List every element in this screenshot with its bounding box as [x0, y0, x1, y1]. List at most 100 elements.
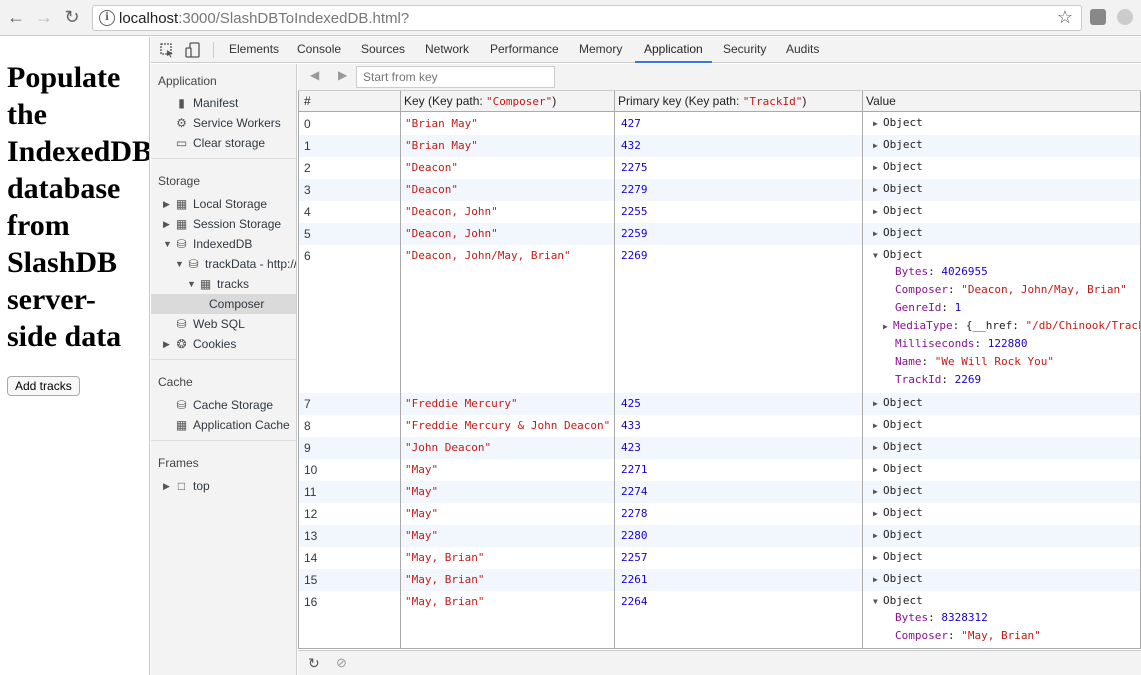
row-value[interactable]: ▶ Object [873, 116, 923, 129]
collapse-object-icon[interactable]: ▼ [873, 251, 883, 260]
url-text[interactable]: localhost:3000/SlashDBToIndexedDB.html? [119, 10, 409, 27]
expand-property-icon[interactable]: ▶ [883, 318, 893, 336]
forward-icon[interactable]: → [34, 7, 54, 27]
tab-memory[interactable]: Memory [579, 37, 622, 63]
object-property[interactable]: ▶ MediaType: {__href: "/db/Chinook/Track [883, 317, 1140, 336]
sidebar-item-composer-index[interactable]: Composer [151, 294, 296, 314]
address-bar[interactable]: i localhost:3000/SlashDBToIndexedDB.html… [92, 5, 1082, 31]
row-value[interactable]: ▶ Object [873, 226, 923, 239]
device-toolbar-icon[interactable] [185, 42, 201, 58]
column-header-primary-key[interactable]: Primary key (Key path: "TrackId") [618, 94, 806, 108]
column-header-index[interactable]: # [304, 94, 311, 108]
table-row[interactable]: 8 "Freddie Mercury & John Deacon" 433 ▶ Obje… [299, 415, 1140, 437]
table-row[interactable]: 16 "May, Brian" 2264 ▼ Object Bytes: 8328312 C… [299, 591, 1140, 648]
table-row[interactable]: 9 "John Deacon" 423 ▶ Object [299, 437, 1140, 459]
expand-object-icon[interactable]: ▶ [873, 119, 883, 128]
sidebar-item-tracks-store[interactable]: ▦ tracks [199, 274, 249, 294]
table-row[interactable]: 14 "May, Brian" 2257 ▶ Object [299, 547, 1140, 569]
tab-audits[interactable]: Audits [786, 37, 819, 63]
collapse-db-icon[interactable]: ▼ [175, 259, 184, 269]
sidebar-item-top-frame[interactable]: □ top [175, 476, 210, 496]
expand-object-icon[interactable]: ▶ [873, 531, 883, 540]
table-row[interactable]: 5 "Deacon, John" 2259 ▶ Object [299, 223, 1140, 245]
table-row[interactable]: 1 "Brian May" 432 ▶ Object [299, 135, 1140, 157]
expand-object-icon[interactable]: ▶ [873, 185, 883, 194]
sidebar-item-web-sql[interactable]: ⛁ Web SQL [175, 314, 244, 334]
expand-object-icon[interactable]: ▶ [873, 553, 883, 562]
row-value[interactable]: ▶ Object [873, 528, 923, 541]
table-row[interactable]: 7 "Freddie Mercury" 425 ▶ Object [299, 393, 1140, 415]
table-row[interactable]: 4 "Deacon, John" 2255 ▶ Object [299, 201, 1140, 223]
row-value[interactable]: ▶ Object [873, 204, 923, 217]
row-value[interactable]: ▶ Object [873, 182, 923, 195]
expand-local-storage-icon[interactable]: ▶ [163, 199, 170, 210]
reload-icon[interactable]: ↻ [62, 7, 82, 27]
expand-object-icon[interactable]: ▶ [873, 575, 883, 584]
row-value[interactable]: ▶ Object [873, 462, 923, 475]
collapse-store-icon[interactable]: ▼ [187, 279, 196, 289]
sidebar-item-local-storage[interactable]: ▦ Local Storage [175, 194, 267, 214]
column-header-key[interactable]: Key (Key path: "Composer") [404, 94, 556, 108]
table-row[interactable]: 11 "May" 2274 ▶ Object [299, 481, 1140, 503]
expand-top-frame-icon[interactable]: ▶ [163, 481, 170, 492]
tab-sources[interactable]: Sources [361, 37, 405, 63]
table-row[interactable]: 3 "Deacon" 2279 ▶ Object [299, 179, 1140, 201]
row-value[interactable]: ▶ Object [873, 506, 923, 519]
row-value[interactable]: ▶ Object [873, 572, 923, 585]
row-value[interactable]: ▶ Object [873, 396, 923, 409]
row-value[interactable]: ▼ Object Bytes: 4026955 Composer: "Deacon, … [873, 248, 1140, 389]
expand-object-icon[interactable]: ▶ [873, 509, 883, 518]
inspect-element-icon[interactable] [159, 42, 175, 58]
table-row[interactable]: 0 "Brian May" 427 ▶ Object [299, 113, 1140, 135]
table-row[interactable]: 2 "Deacon" 2275 ▶ Object [299, 157, 1140, 179]
previous-page-icon[interactable]: ◀ [310, 68, 319, 82]
sidebar-item-cache-storage[interactable]: ⛁ Cache Storage [175, 395, 273, 415]
expand-object-icon[interactable]: ▶ [873, 421, 883, 430]
info-icon[interactable]: i [99, 10, 115, 26]
tab-elements[interactable]: Elements [229, 37, 279, 63]
table-row[interactable]: 15 "May, Brian" 2261 ▶ Object [299, 569, 1140, 591]
sidebar-item-manifest[interactable]: ▮ Manifest [175, 93, 238, 113]
sidebar-item-indexeddb[interactable]: ⛁ IndexedDB [175, 234, 252, 254]
row-value[interactable]: ▶ Object [873, 484, 923, 497]
clear-object-store-icon[interactable]: ⊘ [336, 655, 347, 671]
bookmark-star-icon[interactable]: ☆ [1057, 7, 1073, 28]
row-value[interactable]: ▶ Object [873, 138, 923, 151]
add-tracks-button[interactable]: Add tracks [7, 376, 80, 396]
row-value[interactable]: ▶ Object [873, 160, 923, 173]
row-value[interactable]: ▼ Object Bytes: 8328312 Composer: "May, Bri… [873, 594, 1041, 645]
table-row[interactable]: 10 "May" 2271 ▶ Object [299, 459, 1140, 481]
tab-console[interactable]: Console [297, 37, 341, 63]
refresh-icon[interactable]: ↻ [308, 655, 320, 672]
back-icon[interactable]: ← [6, 7, 26, 27]
collapse-indexeddb-icon[interactable]: ▼ [163, 239, 172, 249]
expand-object-icon[interactable]: ▶ [873, 487, 883, 496]
expand-cookies-icon[interactable]: ▶ [163, 339, 170, 350]
column-header-value[interactable]: Value [866, 94, 896, 108]
sidebar-item-clear-storage[interactable]: ▭ Clear storage [175, 133, 265, 153]
expand-object-icon[interactable]: ▶ [873, 207, 883, 216]
next-page-icon[interactable]: ▶ [338, 68, 347, 82]
table-row[interactable]: 12 "May" 2278 ▶ Object [299, 503, 1140, 525]
expand-object-icon[interactable]: ▶ [873, 229, 883, 238]
row-value[interactable]: ▶ Object [873, 418, 923, 431]
expand-object-icon[interactable]: ▶ [873, 465, 883, 474]
row-value[interactable]: ▶ Object [873, 550, 923, 563]
sidebar-item-session-storage[interactable]: ▦ Session Storage [175, 214, 281, 234]
sidebar-item-cookies[interactable]: ❂ Cookies [175, 334, 236, 354]
tab-performance[interactable]: Performance [490, 37, 559, 63]
row-value[interactable]: ▶ Object [873, 440, 923, 453]
collapse-object-icon[interactable]: ▼ [873, 597, 883, 606]
tab-application[interactable]: Application [635, 37, 712, 63]
expand-object-icon[interactable]: ▶ [873, 443, 883, 452]
expand-session-storage-icon[interactable]: ▶ [163, 219, 170, 230]
profile-icon[interactable] [1117, 9, 1133, 25]
start-from-key-input[interactable] [356, 66, 555, 88]
table-row[interactable]: 6 "Deacon, John/May, Brian" 2269 ▼ Object Byt… [299, 245, 1140, 393]
sidebar-item-application-cache[interactable]: ▦ Application Cache [175, 415, 290, 435]
table-row[interactable]: 13 "May" 2280 ▶ Object [299, 525, 1140, 547]
tab-security[interactable]: Security [723, 37, 766, 63]
expand-object-icon[interactable]: ▶ [873, 141, 883, 150]
expand-object-icon[interactable]: ▶ [873, 399, 883, 408]
sidebar-item-service-workers[interactable]: ⚙ Service Workers [175, 113, 281, 133]
